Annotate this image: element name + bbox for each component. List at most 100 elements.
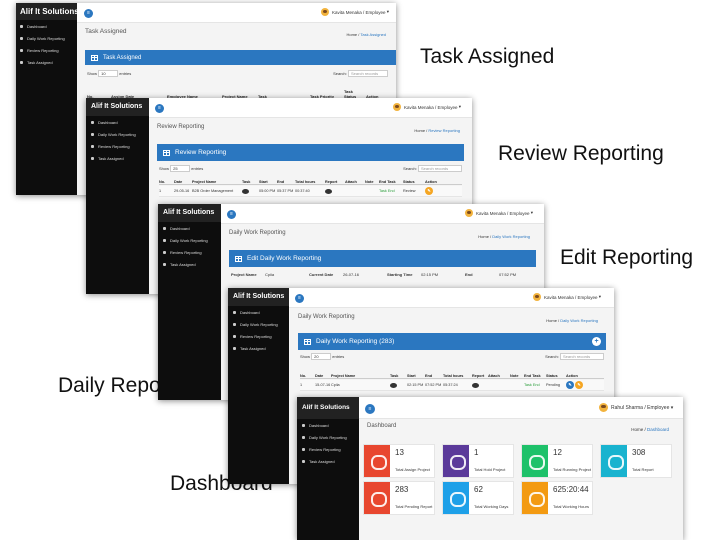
top-bar: ≡ Kavita Menaka / Employee ▾ [289,288,614,308]
edit-button[interactable]: ✎ [425,187,433,195]
search-input[interactable]: Search records [418,165,462,172]
search-input[interactable]: Search records [560,353,604,360]
breadcrumb-current[interactable]: Daily Work Reporting [560,318,598,323]
top-bar: ≡ Rahul Sharma / Employee ▾ [359,397,683,419]
page-title: Daily Work Reporting [229,230,286,236]
user-icon [91,156,94,160]
sidebar-item-daily-work-reporting[interactable]: Daily Work Reporting [86,128,149,140]
avatar [465,209,473,217]
home-icon [20,24,23,28]
user-menu[interactable]: Kavita Menaka / Employee ▾ [321,8,389,16]
breadcrumb-current[interactable]: Review Reporting [428,128,460,133]
date-label: Current Date [309,272,334,277]
sidebar-item-dashboard[interactable]: Dashboard [16,20,77,32]
user-menu[interactable]: Rahul Sharma / Employee ▾ [599,403,673,412]
sidebar-item-daily-work-reporting[interactable]: Daily Work Reporting [158,234,221,246]
breadcrumb-current[interactable]: Dashboard [647,427,669,432]
stat-card-working-hours[interactable]: 625:20:44 Total Working Hours [521,481,593,515]
chevron-down-icon: ▾ [669,404,674,411]
file-icon [91,144,94,148]
top-bar: ≡ Kavita Menaka / Employee ▾ [149,98,472,118]
breadcrumb: Home / Task Assigned [346,32,386,37]
sidebar-item-daily-work-reporting[interactable]: Daily Work Reporting [16,32,77,44]
sidebar-item-dashboard[interactable]: Dashboard [86,116,149,128]
sidebar-item-task-assigned[interactable]: Task Assigned [86,152,149,164]
table-header: No. Date Project Name Task Start End Tot… [159,177,462,185]
stat-card-running-project[interactable]: 12 Total Running Project [521,444,593,478]
sidebar: Alif It Solutions Dashboard Daily Work R… [16,3,77,195]
sidebar-item-task-assigned[interactable]: Task Assigned [297,455,359,467]
entries-select[interactable]: 25 [170,165,191,172]
edit-button[interactable]: ✎ [566,381,574,389]
entries-select[interactable]: 10 [98,70,119,77]
main: ≡ Rahul Sharma / Employee ▾ Dashboard Ho… [359,397,683,540]
sidebar: Alif It Solutions Dashboard Daily Work R… [297,397,359,540]
sidebar-item-review-reporting[interactable]: Review Reporting [158,246,221,258]
sidebar-item-dashboard[interactable]: Dashboard [297,419,359,431]
eye-icon [364,445,390,477]
home-icon [91,120,94,124]
sidebar-item-dashboard[interactable]: Dashboard [158,222,221,234]
sidebar-item-task-assigned[interactable]: Task Assigned [158,258,221,270]
breadcrumb-current[interactable]: Daily Work Reporting [492,234,530,239]
home-icon [163,226,166,230]
stat-card-assign-project[interactable]: 13 Total Assign Project [363,444,435,478]
stat-card-total-report[interactable]: 308 Total Report [600,444,672,478]
start-value: 02:15 PM [421,272,439,277]
panel-header: Edit Daily Work Reporting [229,250,536,267]
breadcrumb: Home / Dashboard [631,427,669,432]
user-icon [233,346,236,350]
user-menu[interactable]: Kavita Menaka / Employee ▾ [393,103,461,111]
sidebar-item-review-reporting[interactable]: Review Reporting [86,140,149,152]
stat-card-working-days[interactable]: 62 Total Working Days [442,481,514,515]
stat-card-hold-project[interactable]: 1 Total Hold Project [442,444,514,478]
breadcrumb: Home / Daily Work Reporting [546,318,598,323]
sidebar-item-daily-work-reporting[interactable]: Daily Work Reporting [228,318,289,330]
date-value: 26-07-16 [343,272,360,277]
table-icon [91,54,98,61]
user-icon [302,459,305,463]
top-bar: ≡ Kavita Menaka / Employee ▾ [221,204,544,224]
file-icon [20,48,23,52]
eye-icon [443,482,469,514]
eye-icon [522,482,548,514]
menu-toggle-button[interactable]: ≡ [295,294,304,303]
sidebar-item-task-assigned[interactable]: Task Assigned [228,342,289,354]
top-bar: ≡ Kavita Menaka / Employee ▾ [77,3,396,23]
user-menu[interactable]: Kavita Menaka / Employee ▾ [533,293,601,301]
add-report-button[interactable]: + [592,337,601,346]
sidebar: Alif It Solutions Dashboard Daily Work R… [86,98,149,294]
avatar [321,8,329,16]
stat-card-pending-report[interactable]: 283 Total Pending Report [363,481,435,515]
view-task-icon[interactable] [390,382,397,388]
file-icon [302,447,305,451]
menu-toggle-button[interactable]: ≡ [227,210,236,219]
entries-control: Show 25 entries [159,165,204,172]
panel-header: Review Reporting [157,144,464,161]
user-menu[interactable]: Kavita Menaka / Employee ▾ [465,209,533,217]
sidebar-item-review-reporting[interactable]: Review Reporting [16,44,77,56]
view-report-icon[interactable] [472,382,479,388]
brand-logo: Alif It Solutions [158,204,221,222]
user-icon [163,262,166,266]
sidebar-item-review-reporting[interactable]: Review Reporting [228,330,289,342]
menu-toggle-button[interactable]: ≡ [155,104,164,113]
sidebar-item-daily-work-reporting[interactable]: Daily Work Reporting [297,431,359,443]
menu-toggle-button[interactable]: ≡ [365,404,375,414]
breadcrumb-current[interactable]: Task Assigned [360,32,386,37]
view-task-icon[interactable] [242,188,249,194]
file-icon [233,334,236,338]
view-report-icon[interactable] [325,188,332,194]
sidebar-item-review-reporting[interactable]: Review Reporting [297,443,359,455]
file-icon [20,36,23,40]
sidebar-item-task-assigned[interactable]: Task Assigned [16,56,77,68]
review-button[interactable]: ✎ [575,381,583,389]
content: Dashboard Home / Dashboard 13 Total Assig… [359,419,683,540]
sidebar-item-dashboard[interactable]: Dashboard [228,306,289,318]
entries-select[interactable]: 20 [311,353,332,360]
search-input[interactable]: Search records [348,70,388,77]
caption-edit-reporting: Edit Reporting [560,246,694,269]
chevron-down-icon: ▾ [597,294,602,299]
menu-toggle-button[interactable]: ≡ [84,9,93,18]
brand-logo: Alif It Solutions [16,3,77,20]
